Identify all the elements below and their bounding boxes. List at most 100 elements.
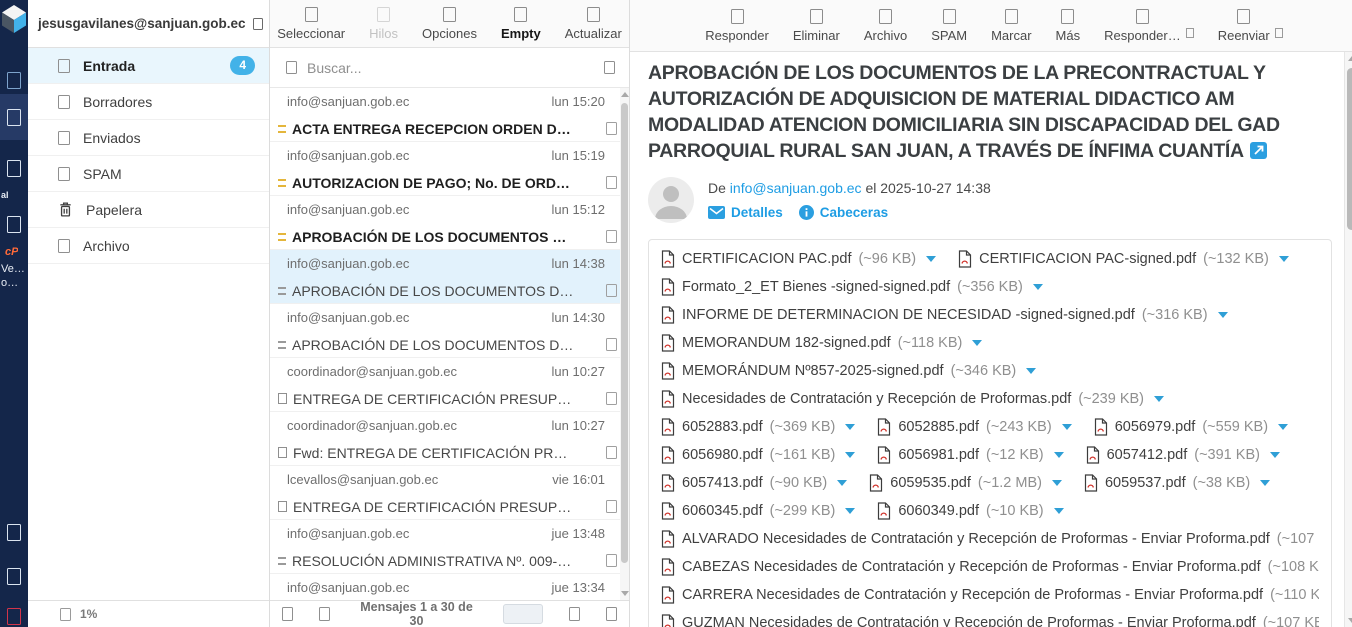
- attachment-name[interactable]: 6056979.pdf: [1115, 419, 1196, 435]
- attachment-name[interactable]: CERTIFICACION PAC.pdf: [682, 251, 851, 267]
- message-row[interactable]: info@sanjuan.gob.ec lun 15:12 APROBACIÓN…: [270, 196, 629, 250]
- search-bar[interactable]: [270, 48, 629, 88]
- attachment-item[interactable]: 6056981.pdf (~12 KB): [877, 446, 1063, 464]
- attachment-menu-caret-icon[interactable]: [1062, 424, 1072, 430]
- sender-email-link[interactable]: info@sanjuan.gob.ec: [730, 180, 862, 196]
- attachment-item[interactable]: 6052883.pdf (~369 KB): [661, 418, 855, 436]
- attachment-menu-caret-icon[interactable]: [1218, 312, 1228, 318]
- select-checkbox[interactable]: [606, 392, 617, 405]
- reader-toolbar-button[interactable]: Archivo: [864, 9, 907, 43]
- folder-item-borradores[interactable]: Borradores: [28, 84, 269, 120]
- attachment-name[interactable]: 6052883.pdf: [682, 419, 763, 435]
- attachment-item[interactable]: 6056980.pdf (~161 KB): [661, 446, 855, 464]
- attachment-menu-caret-icon[interactable]: [845, 424, 855, 430]
- attachment-name[interactable]: 6052885.pdf: [898, 419, 979, 435]
- attachment-name[interactable]: CABEZAS Necesidades de Contratación y Re…: [682, 559, 1261, 575]
- attachment-name[interactable]: MEMORANDUM 182-signed.pdf: [682, 335, 891, 351]
- last-page-icon[interactable]: [606, 607, 617, 621]
- attachment-menu-caret-icon[interactable]: [1054, 452, 1064, 458]
- attachment-item[interactable]: Formato_2_ET Bienes -signed-signed.pdf (…: [661, 278, 1043, 296]
- scroll-down-icon[interactable]: [1348, 618, 1352, 623]
- attachment-name[interactable]: 6059535.pdf: [890, 475, 971, 491]
- reader-toolbar-button[interactable]: Responder…: [1104, 9, 1181, 43]
- scroll-up-icon[interactable]: [1348, 56, 1352, 61]
- list-scrollbar[interactable]: [620, 88, 629, 600]
- search-input[interactable]: [307, 60, 594, 76]
- first-page-icon[interactable]: [282, 607, 293, 621]
- reader-toolbar-button[interactable]: Responder: [705, 9, 769, 43]
- attachment-name[interactable]: Necesidades de Contratación y Recepción …: [682, 391, 1071, 407]
- message-row[interactable]: lcevallos@sanjuan.gob.ec vie 16:01 ENTRE…: [270, 466, 629, 520]
- mail-icon[interactable]: [0, 94, 28, 140]
- attachment-name[interactable]: 6060349.pdf: [898, 503, 979, 519]
- scrollbar-thumb[interactable]: [621, 103, 628, 563]
- attachment-item[interactable]: MEMORÁNDUM Nº857-2025-signed.pdf (~346 K…: [661, 362, 1036, 380]
- open-in-new-window-icon[interactable]: [1250, 142, 1267, 159]
- logout-icon[interactable]: [0, 596, 28, 627]
- about-icon[interactable]: [0, 556, 28, 596]
- attachment-item[interactable]: INFORME DE DETERMINACION DE NECESIDAD -s…: [661, 306, 1228, 324]
- folder-item-enviados[interactable]: Enviados: [28, 120, 269, 156]
- dropdown-caret-icon[interactable]: [1186, 28, 1194, 38]
- webmail-home-link-line1[interactable]: Ve…: [1, 264, 25, 274]
- details-link[interactable]: Detalles: [708, 205, 783, 220]
- next-page-icon[interactable]: [569, 607, 580, 621]
- attachment-menu-caret-icon[interactable]: [1026, 368, 1036, 374]
- attachment-menu-caret-icon[interactable]: [845, 508, 855, 514]
- select-checkbox[interactable]: [606, 446, 617, 459]
- select-checkbox[interactable]: [606, 500, 617, 513]
- message-row[interactable]: info@sanjuan.gob.ec jue 13:48 RESOLUCIÓN…: [270, 520, 629, 574]
- attachment-menu-caret-icon[interactable]: [1033, 284, 1043, 290]
- attachment-name[interactable]: 6057413.pdf: [682, 475, 763, 491]
- attachment-item[interactable]: 6057413.pdf (~90 KB): [661, 474, 847, 492]
- attachment-name[interactable]: INFORME DE DETERMINACION DE NECESIDAD -s…: [682, 307, 1135, 323]
- attachment-item[interactable]: 6056979.pdf (~559 KB): [1094, 418, 1288, 436]
- select-checkbox[interactable]: [606, 554, 617, 567]
- attachment-item[interactable]: CARRERA Necesidades de Contratación y Re…: [661, 586, 1319, 604]
- cpanel-icon[interactable]: cP: [5, 247, 18, 257]
- account-header[interactable]: jesusgavilanes@sanjuan.gob.ec: [28, 0, 269, 48]
- select-checkbox[interactable]: [606, 338, 617, 351]
- list-toolbar-button[interactable]: Empty: [501, 7, 541, 41]
- attachment-name[interactable]: ALVARADO Necesidades de Contratación y R…: [682, 531, 1270, 547]
- attachment-item[interactable]: CERTIFICACION PAC-signed.pdf (~132 KB): [958, 250, 1289, 268]
- message-row[interactable]: info@sanjuan.gob.ec lun 14:38 APROBACIÓN…: [270, 250, 629, 304]
- attachment-name[interactable]: 6056981.pdf: [898, 447, 979, 463]
- prev-page-icon[interactable]: [319, 607, 330, 621]
- attachment-item[interactable]: Necesidades de Contratación y Recepción …: [661, 390, 1164, 408]
- attachment-name[interactable]: GUZMAN Necesidades de Contratación y Rec…: [682, 615, 1256, 627]
- attachment-menu-caret-icon[interactable]: [1270, 452, 1280, 458]
- contacts-icon[interactable]: [0, 148, 28, 188]
- attachment-name[interactable]: 6059537.pdf: [1105, 475, 1186, 491]
- attachment-menu-caret-icon[interactable]: [1054, 508, 1064, 514]
- scroll-down-icon[interactable]: [621, 591, 629, 596]
- help-icon[interactable]: [0, 512, 28, 552]
- list-toolbar-button[interactable]: Opciones: [422, 7, 477, 41]
- select-checkbox[interactable]: [606, 122, 617, 135]
- list-toolbar-button[interactable]: Actualizar: [565, 7, 622, 41]
- attachment-name[interactable]: 6056980.pdf: [682, 447, 763, 463]
- attachment-item[interactable]: 6052885.pdf (~243 KB): [877, 418, 1071, 436]
- settings-icon[interactable]: [0, 204, 28, 244]
- attachment-name[interactable]: MEMORÁNDUM Nº857-2025-signed.pdf: [682, 363, 944, 379]
- attachment-item[interactable]: CABEZAS Necesidades de Contratación y Re…: [661, 558, 1319, 576]
- attachment-menu-caret-icon[interactable]: [1260, 480, 1270, 486]
- select-checkbox[interactable]: [606, 284, 617, 297]
- attachment-menu-caret-icon[interactable]: [845, 452, 855, 458]
- attachment-menu-caret-icon[interactable]: [1154, 396, 1164, 402]
- attachment-name[interactable]: 6057412.pdf: [1107, 447, 1188, 463]
- attachment-item[interactable]: 6060349.pdf (~10 KB): [877, 502, 1063, 520]
- select-checkbox[interactable]: [606, 230, 617, 243]
- attachment-menu-caret-icon[interactable]: [926, 256, 936, 262]
- message-row[interactable]: info@sanjuan.gob.ec lun 15:20 ACTA ENTRE…: [270, 88, 629, 142]
- reader-toolbar-button[interactable]: Reenviar: [1218, 9, 1270, 43]
- message-row[interactable]: info@sanjuan.gob.ec jue 13:34: [270, 574, 629, 600]
- webmail-home-link-line2[interactable]: o…: [1, 278, 18, 288]
- folder-item-archivo[interactable]: Archivo: [28, 228, 269, 264]
- attachment-item[interactable]: 6057412.pdf (~391 KB): [1086, 446, 1280, 464]
- select-checkbox[interactable]: [606, 176, 617, 189]
- list-toolbar-button[interactable]: Seleccionar: [277, 7, 345, 41]
- search-icon[interactable]: [286, 61, 297, 74]
- page-number-input[interactable]: [503, 604, 543, 624]
- reader-toolbar-button[interactable]: Marcar: [991, 9, 1031, 43]
